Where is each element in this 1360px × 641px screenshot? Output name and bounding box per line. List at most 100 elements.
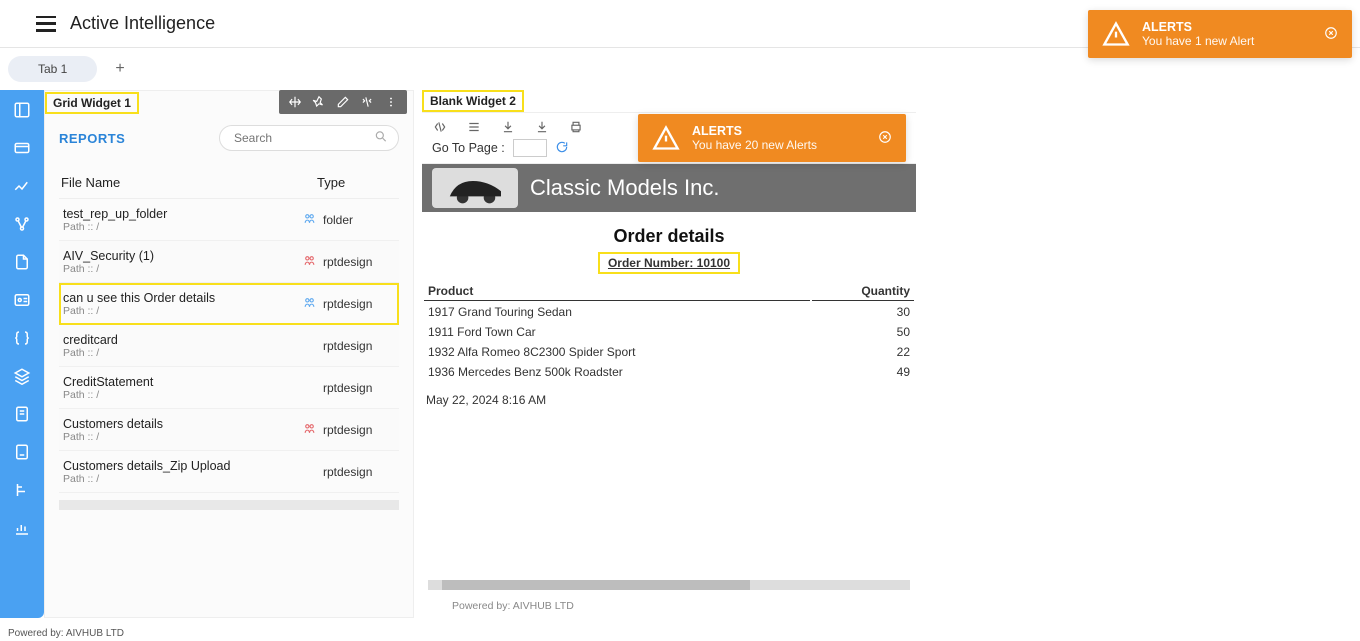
tab-1[interactable]: Tab 1 xyxy=(8,56,97,82)
rail-icon-layers[interactable] xyxy=(12,366,32,386)
file-type: rptdesign xyxy=(323,465,395,479)
rail-icon-card[interactable] xyxy=(12,138,32,158)
file-path: Path :: / xyxy=(63,305,295,317)
file-row[interactable]: Customers detailsPath :: /rptdesign xyxy=(59,409,399,451)
alert-global-title: ALERTS xyxy=(1142,20,1254,34)
file-row[interactable]: test_rep_up_folderPath :: /folder xyxy=(59,199,399,241)
file-path: Path :: / xyxy=(63,347,295,359)
file-row[interactable]: can u see this Order detailsPath :: / rpt… xyxy=(59,283,399,325)
blank-widget-2: Blank Widget 2 Go To Page : Classic Mo xyxy=(422,90,916,618)
alert-inner-title: ALERTS xyxy=(692,124,817,138)
add-tab-button[interactable]: + xyxy=(109,58,130,80)
rail-icon-analytics[interactable] xyxy=(12,176,32,196)
report-body: Classic Models Inc. Order details Order … xyxy=(422,163,916,576)
table-row: 1932 Alfa Romeo 8C2300 Spider Sport22 xyxy=(424,343,914,361)
reload-icon[interactable] xyxy=(555,140,569,157)
report-date: May 22, 2024 8:16 AM xyxy=(422,383,916,417)
settings-icon[interactable] xyxy=(359,94,375,110)
shared-icon xyxy=(295,254,323,270)
file-name: CreditStatement xyxy=(63,375,295,389)
file-list[interactable]: test_rep_up_folderPath :: /folderAIV_Sec… xyxy=(59,198,399,498)
rail-icon-dashboard[interactable] xyxy=(12,100,32,120)
file-type: rptdesign xyxy=(323,297,395,311)
report-powered-by: Powered by: AIVHUB LTD xyxy=(422,594,916,618)
order-number: Order Number: 10100 xyxy=(422,255,916,270)
close-icon[interactable] xyxy=(878,130,892,147)
warning-icon xyxy=(652,124,680,152)
cell-product: 1936 Mercedes Benz 500k Roadster xyxy=(424,363,810,381)
export-icon[interactable] xyxy=(500,119,516,135)
horizontal-scrollbar[interactable] xyxy=(59,500,399,510)
main-area: Grid Widget 1 REPORTS xyxy=(0,90,1360,618)
cell-qty: 30 xyxy=(812,303,914,321)
table-row: 1936 Mercedes Benz 500k Roadster49 xyxy=(424,363,914,381)
rail-icon-file[interactable] xyxy=(12,252,32,272)
shared-icon xyxy=(295,296,323,312)
file-path: Path :: / xyxy=(63,263,295,275)
goto-label: Go To Page : xyxy=(432,141,505,155)
rail-icon-id[interactable] xyxy=(12,290,32,310)
shared-icon xyxy=(295,422,323,438)
rail-icon-doc[interactable] xyxy=(12,404,32,424)
app-title: Active Intelligence xyxy=(70,13,215,34)
rail-icon-nodes[interactable] xyxy=(12,214,32,234)
close-icon[interactable] xyxy=(1324,26,1338,43)
move-icon[interactable] xyxy=(287,94,303,110)
cell-product: 1917 Grand Touring Sedan xyxy=(424,303,810,321)
file-path: Path :: / xyxy=(63,473,295,485)
search-input[interactable] xyxy=(234,131,368,145)
brand-bar: Classic Models Inc. xyxy=(422,164,916,212)
search-icon xyxy=(374,130,388,147)
col-qty: Quantity xyxy=(812,282,914,301)
file-row[interactable]: CreditStatementPath :: / rptdesign xyxy=(59,367,399,409)
warning-icon xyxy=(1102,20,1130,48)
page-footer: Powered by: AIVHUB LTD xyxy=(8,628,124,639)
search-box[interactable] xyxy=(219,125,399,151)
rail-icon-braces[interactable] xyxy=(12,328,32,348)
table-row: 1911 Ford Town Car50 xyxy=(424,323,914,341)
alert-inner-body: You have 20 new Alerts xyxy=(692,138,817,152)
file-type: rptdesign xyxy=(323,339,395,353)
goto-page-input[interactable] xyxy=(513,139,547,157)
col-filename[interactable]: File Name xyxy=(61,175,317,190)
more-icon[interactable] xyxy=(383,94,399,110)
file-row[interactable]: Customers details_Zip UploadPath :: /rpt… xyxy=(59,451,399,493)
file-name: test_rep_up_folder xyxy=(63,207,295,221)
alert-toast-global: ALERTS You have 1 new Alert xyxy=(1088,10,1352,58)
file-row[interactable]: AIV_Security (1)Path :: / rptdesign xyxy=(59,241,399,283)
rail-icon-chart[interactable] xyxy=(12,518,32,538)
menu-icon[interactable] xyxy=(36,16,56,32)
alert-global-body: You have 1 new Alert xyxy=(1142,34,1254,48)
order-table: Product Quantity 1917 Grand Touring Seda… xyxy=(422,280,916,383)
widget2-title: Blank Widget 2 xyxy=(422,90,524,112)
content-area: Grid Widget 1 REPORTS xyxy=(44,90,1360,618)
side-rail xyxy=(0,90,44,618)
pin-icon[interactable] xyxy=(311,94,327,110)
toc-icon[interactable] xyxy=(432,119,448,135)
brand-name: Classic Models Inc. xyxy=(530,175,720,201)
edit-icon[interactable] xyxy=(335,94,351,110)
cell-qty: 49 xyxy=(812,363,914,381)
file-name: AIV_Security (1) xyxy=(63,249,295,263)
params-icon[interactable] xyxy=(466,119,482,135)
brand-logo xyxy=(432,168,518,208)
file-row[interactable]: creditcardPath :: / rptdesign xyxy=(59,325,399,367)
widget1-title: Grid Widget 1 xyxy=(45,92,139,114)
col-type[interactable]: Type xyxy=(317,175,397,190)
print-icon[interactable] xyxy=(568,119,584,135)
file-name: Customers details xyxy=(63,417,295,431)
file-type: rptdesign xyxy=(323,381,395,395)
file-name: can u see this Order details xyxy=(63,291,295,305)
file-type: rptdesign xyxy=(323,255,395,269)
file-type: rptdesign xyxy=(323,423,395,437)
rail-icon-doc2[interactable] xyxy=(12,442,32,462)
export2-icon[interactable] xyxy=(534,119,550,135)
file-name: creditcard xyxy=(63,333,295,347)
grid-widget-1: Grid Widget 1 REPORTS xyxy=(44,90,414,618)
widget1-toolbar xyxy=(279,90,407,114)
report-hscroll[interactable] xyxy=(428,580,910,590)
rail-icon-tree[interactable] xyxy=(12,480,32,500)
file-path: Path :: / xyxy=(63,389,295,401)
cell-qty: 22 xyxy=(812,343,914,361)
cell-product: 1932 Alfa Romeo 8C2300 Spider Sport xyxy=(424,343,810,361)
